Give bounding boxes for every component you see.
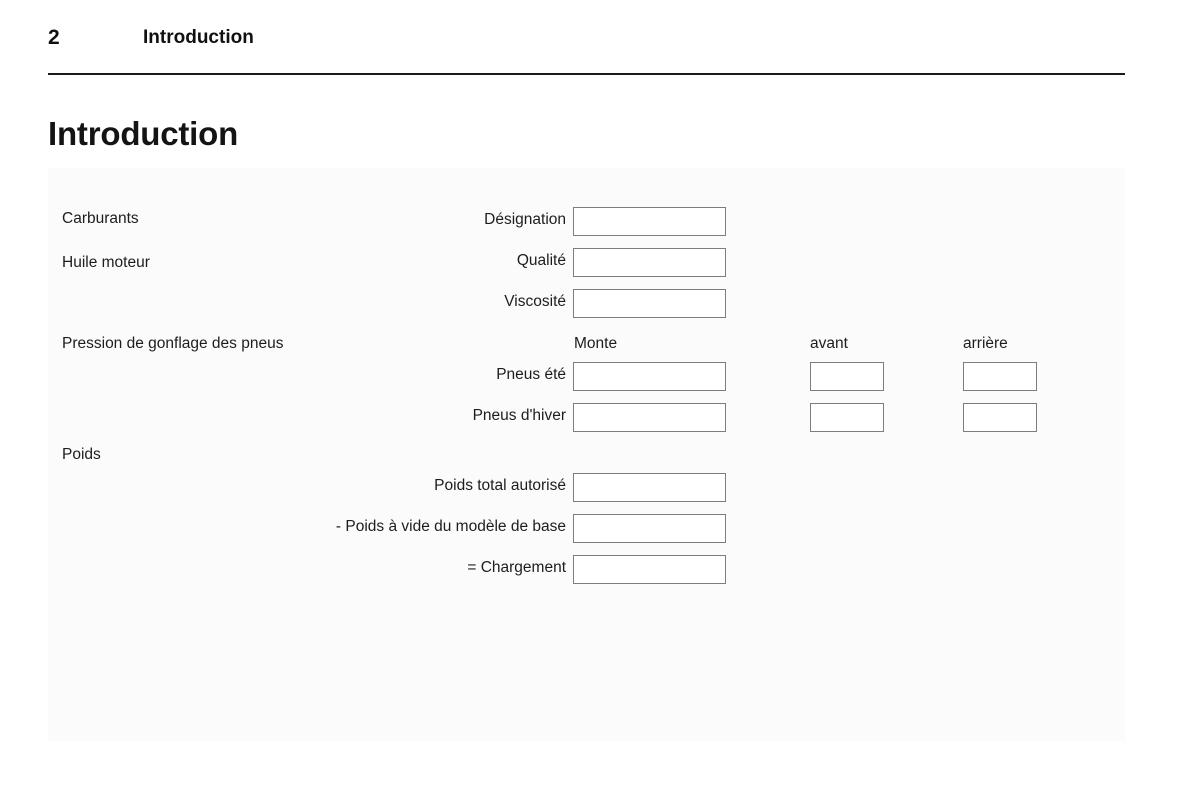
field-label-poids-a-vide: - Poids à vide du modèle de base bbox=[335, 518, 566, 535]
input-pneus-hiver-arriere[interactable] bbox=[963, 403, 1037, 432]
section-label-poids: Poids bbox=[62, 446, 101, 463]
header-chapter-title: Introduction bbox=[143, 27, 254, 48]
section-label-huile-moteur: Huile moteur bbox=[62, 254, 150, 271]
running-header: 2 Introduction bbox=[48, 22, 1125, 58]
section-label-pression-pneus: Pression de gonflage des pneus bbox=[62, 335, 284, 352]
column-header-arriere: arrière bbox=[963, 335, 1008, 352]
input-poids-a-vide[interactable] bbox=[573, 514, 726, 543]
input-pneus-ete-avant[interactable] bbox=[810, 362, 884, 391]
field-label-chargement: = Chargement bbox=[467, 559, 566, 576]
input-poids-total-autorise[interactable] bbox=[573, 473, 726, 502]
field-label-designation: Désignation bbox=[484, 211, 566, 228]
vehicle-data-form-panel: Carburants Huile moteur Pression de gonf… bbox=[48, 168, 1125, 741]
input-pneus-ete-arriere[interactable] bbox=[963, 362, 1037, 391]
field-label-poids-total-autorise: Poids total autorisé bbox=[434, 477, 566, 494]
section-label-carburants: Carburants bbox=[62, 210, 139, 227]
field-label-qualite: Qualité bbox=[516, 252, 566, 269]
column-header-monte: Monte bbox=[574, 335, 618, 352]
field-label-pneus-ete: Pneus été bbox=[496, 366, 566, 383]
field-label-pneus-hiver: Pneus d'hiver bbox=[472, 407, 566, 424]
page-number: 2 bbox=[48, 26, 60, 49]
field-label-viscosite: Viscosité bbox=[504, 293, 566, 310]
input-pneus-hiver-monte[interactable] bbox=[573, 403, 726, 432]
input-qualite[interactable] bbox=[573, 248, 726, 277]
input-designation[interactable] bbox=[573, 207, 726, 236]
header-divider bbox=[48, 73, 1125, 75]
input-chargement[interactable] bbox=[573, 555, 726, 584]
input-viscosite[interactable] bbox=[573, 289, 726, 318]
page-title: Introduction bbox=[48, 115, 239, 153]
column-header-avant: avant bbox=[810, 335, 848, 352]
input-pneus-hiver-avant[interactable] bbox=[810, 403, 884, 432]
input-pneus-ete-monte[interactable] bbox=[573, 362, 726, 391]
